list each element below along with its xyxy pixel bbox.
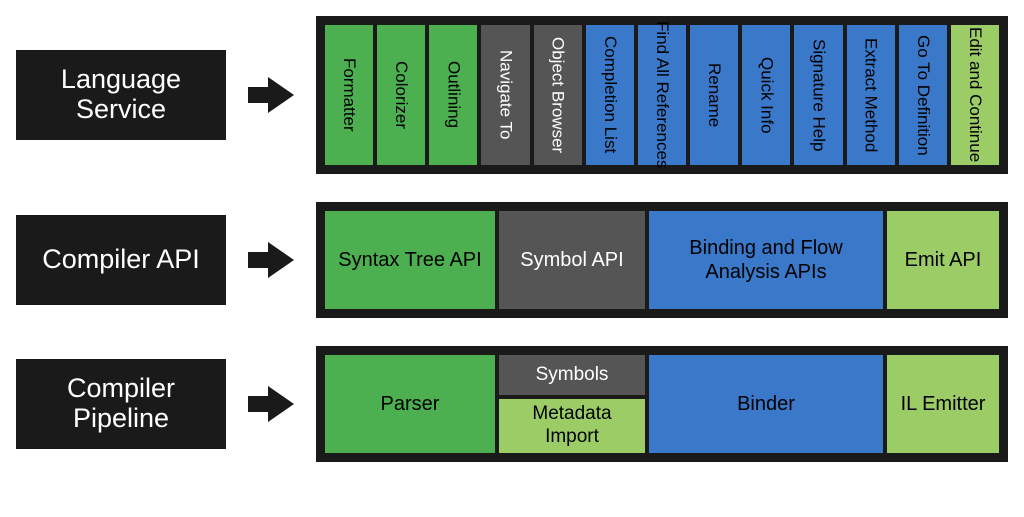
ls-colorizer: Colorizer xyxy=(377,25,425,165)
arrow-icon xyxy=(248,75,294,115)
label-compiler-api: Compiler API xyxy=(16,215,226,305)
compiler-api-block: Syntax Tree API Symbol API Binding and F… xyxy=(316,202,1008,318)
api-syntax-tree: Syntax Tree API xyxy=(325,211,495,309)
pipe-parser: Parser xyxy=(325,355,495,453)
pipe-binder: Binder xyxy=(649,355,883,453)
language-service-block: Formatter Colorizer Outlining Navigate T… xyxy=(316,16,1008,174)
ls-find-all-refs: Find All References xyxy=(638,25,686,165)
arrow-icon xyxy=(248,384,294,424)
ls-signature-help: Signature Help xyxy=(794,25,842,165)
arrow-icon xyxy=(248,240,294,280)
label-compiler-pipeline-text: Compiler Pipeline xyxy=(24,374,218,433)
ls-object-browser: Object Browser xyxy=(534,25,582,165)
api-binding-flow: Binding and Flow Analysis APIs xyxy=(649,211,883,309)
pipe-metadata-import: Metadata Import xyxy=(499,399,645,453)
ls-completion-list: Completion List xyxy=(586,25,634,165)
ls-rename: Rename xyxy=(690,25,738,165)
ls-go-to-definition: Go To Definition xyxy=(899,25,947,165)
ls-edit-continue: Edit and Continue xyxy=(951,25,999,165)
ls-outlining: Outlining xyxy=(429,25,477,165)
ls-navigate-to: Navigate To xyxy=(481,25,529,165)
row-language-service: Language Service Formatter Colorizer Out… xyxy=(16,16,1008,174)
ls-quick-info: Quick Info xyxy=(742,25,790,165)
compiler-pipeline-block: Parser Symbols Metadata Import Binder IL… xyxy=(316,346,1008,462)
api-emit: Emit API xyxy=(887,211,999,309)
row-compiler-pipeline: Compiler Pipeline Parser Symbols Metadat… xyxy=(16,346,1008,462)
ls-formatter: Formatter xyxy=(325,25,373,165)
label-compiler-pipeline: Compiler Pipeline xyxy=(16,359,226,449)
label-language-service-text: Language Service xyxy=(24,65,218,124)
label-compiler-api-text: Compiler API xyxy=(42,245,200,275)
api-symbol: Symbol API xyxy=(499,211,645,309)
ls-extract-method: Extract Method xyxy=(847,25,895,165)
pipe-il-emitter: IL Emitter xyxy=(887,355,999,453)
pipe-middle-column: Symbols Metadata Import xyxy=(499,355,645,453)
pipe-symbols: Symbols xyxy=(499,355,645,395)
label-language-service: Language Service xyxy=(16,50,226,140)
row-compiler-api: Compiler API Syntax Tree API Symbol API … xyxy=(16,202,1008,318)
